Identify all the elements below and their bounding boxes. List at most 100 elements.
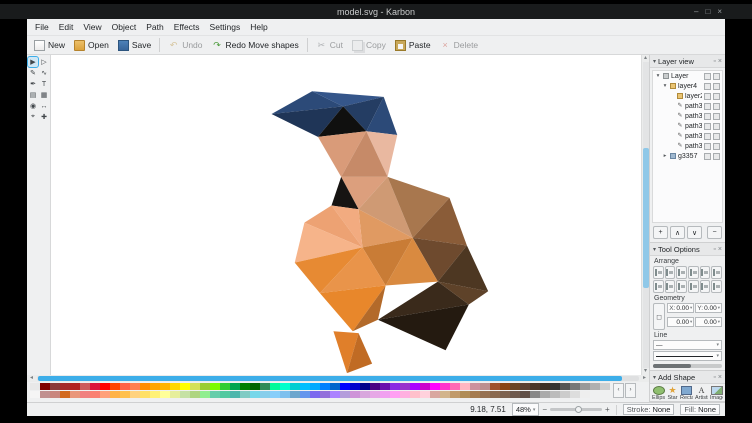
scroll-down-icon[interactable]: ▾ bbox=[642, 368, 649, 375]
visibility-icon[interactable] bbox=[704, 73, 711, 80]
x-position-field[interactable]: X: 0.00 ▾ bbox=[667, 303, 694, 313]
vscroll-thumb[interactable] bbox=[643, 148, 649, 289]
palette-swatch[interactable] bbox=[480, 391, 490, 398]
docker-collapse-icon[interactable]: ▾ bbox=[653, 374, 656, 381]
docker-close-icon[interactable]: × bbox=[718, 374, 722, 381]
palette-swatch[interactable] bbox=[130, 383, 140, 390]
geometry-anchor-button[interactable]: ◻ bbox=[653, 303, 665, 330]
palette-swatch[interactable] bbox=[80, 383, 90, 390]
palette-swatch[interactable] bbox=[320, 391, 330, 398]
expander-icon[interactable]: ▾ bbox=[662, 83, 668, 89]
palette-swatch[interactable] bbox=[200, 391, 210, 398]
docker-float-icon[interactable]: ▫ bbox=[713, 58, 715, 65]
palette-swatch[interactable] bbox=[560, 383, 570, 390]
zoom-slider[interactable] bbox=[550, 408, 602, 411]
canvas[interactable] bbox=[51, 55, 641, 375]
docker-scrollbar-thumb[interactable] bbox=[653, 364, 691, 368]
layer-row[interactable]: ✎path3917 bbox=[653, 111, 722, 121]
paste-button[interactable]: Paste bbox=[391, 38, 435, 53]
palette-swatch[interactable] bbox=[280, 383, 290, 390]
palette-swatch[interactable] bbox=[440, 383, 450, 390]
palette-swatch[interactable] bbox=[510, 383, 520, 390]
palette-swatch[interactable] bbox=[230, 383, 240, 390]
palette-swatch[interactable] bbox=[170, 383, 180, 390]
select-tool[interactable]: ▶ bbox=[28, 57, 38, 67]
open-button[interactable]: Open bbox=[70, 38, 113, 53]
color-picker-tool[interactable]: ◉ bbox=[28, 101, 38, 111]
spin-arrows-icon[interactable]: ▾ bbox=[718, 305, 720, 311]
palette-swatch[interactable] bbox=[200, 383, 210, 390]
docker-close-icon[interactable]: × bbox=[718, 246, 722, 253]
align-right-button[interactable] bbox=[676, 266, 687, 279]
menu-effects[interactable]: Effects bbox=[169, 19, 205, 35]
width-field[interactable]: 0.00 ▾ bbox=[667, 317, 694, 327]
raise-object-button[interactable] bbox=[700, 280, 711, 293]
palette-swatch[interactable] bbox=[140, 391, 150, 398]
scroll-left-icon[interactable]: ◂ bbox=[27, 375, 36, 382]
line-style-select[interactable]: — ▾ bbox=[653, 340, 722, 350]
palette-swatch[interactable] bbox=[120, 383, 130, 390]
raise-layer-button[interactable]: ∧ bbox=[670, 226, 685, 239]
calligraphy-tool[interactable]: ✒ bbox=[28, 79, 38, 89]
add-layer-button[interactable]: + bbox=[653, 226, 668, 239]
palette-swatch[interactable] bbox=[370, 391, 380, 398]
stroke-indicator[interactable]: Stroke: None bbox=[623, 404, 675, 415]
palette-swatch[interactable] bbox=[50, 383, 60, 390]
palette-swatch[interactable] bbox=[390, 391, 400, 398]
lock-icon[interactable] bbox=[713, 143, 720, 150]
palette-swatch[interactable] bbox=[560, 391, 570, 398]
path-tool[interactable]: ∿ bbox=[39, 68, 49, 78]
palette-swatch[interactable] bbox=[70, 383, 80, 390]
menu-help[interactable]: Help bbox=[245, 19, 272, 35]
pan-tool[interactable]: ✚ bbox=[39, 112, 49, 122]
palette-swatch[interactable] bbox=[60, 383, 70, 390]
palette-swatch[interactable] bbox=[150, 383, 160, 390]
palette-swatch[interactable] bbox=[340, 391, 350, 398]
visibility-icon[interactable] bbox=[704, 103, 711, 110]
palette-swatch[interactable] bbox=[260, 383, 270, 390]
palette-swatch[interactable] bbox=[80, 391, 90, 398]
height-field[interactable]: 0.00 ▾ bbox=[695, 317, 722, 327]
palette-swatch[interactable] bbox=[400, 391, 410, 398]
palette-swatch[interactable] bbox=[540, 391, 550, 398]
palette-swatch[interactable] bbox=[350, 391, 360, 398]
palette-swatch[interactable] bbox=[570, 391, 580, 398]
palette-swatch[interactable] bbox=[580, 383, 590, 390]
palette-swatch[interactable] bbox=[550, 391, 560, 398]
palette-swatch[interactable] bbox=[320, 383, 330, 390]
menu-file[interactable]: File bbox=[30, 19, 54, 35]
palette-swatch[interactable] bbox=[300, 391, 310, 398]
lock-icon[interactable] bbox=[713, 113, 720, 120]
palette-swatch[interactable] bbox=[490, 391, 500, 398]
distribute-h-button[interactable] bbox=[653, 280, 664, 293]
palette-swatch[interactable] bbox=[460, 391, 470, 398]
palette-swatch[interactable] bbox=[60, 391, 70, 398]
palette-swatch[interactable] bbox=[380, 391, 390, 398]
palette-swatch[interactable] bbox=[590, 383, 600, 390]
palette-swatch[interactable] bbox=[160, 391, 170, 398]
menu-view[interactable]: View bbox=[78, 19, 106, 35]
visibility-icon[interactable] bbox=[704, 153, 711, 160]
palette-swatch[interactable] bbox=[210, 383, 220, 390]
y-position-field[interactable]: Y: 0.00 ▾ bbox=[695, 303, 722, 313]
palette-swatch[interactable] bbox=[110, 383, 120, 390]
palette-swatch[interactable] bbox=[30, 391, 40, 398]
docker-collapse-icon[interactable]: ▾ bbox=[653, 58, 656, 65]
gradient-tool[interactable]: ▤ bbox=[28, 90, 38, 100]
palette-swatch[interactable] bbox=[370, 383, 380, 390]
palette-swatch[interactable] bbox=[310, 391, 320, 398]
layer-row[interactable]: ▾layer4 bbox=[653, 81, 722, 91]
palette-swatch[interactable] bbox=[480, 383, 490, 390]
docker-float-icon[interactable]: ▫ bbox=[713, 246, 715, 253]
layer-row[interactable]: ✎path3913 bbox=[653, 131, 722, 141]
palette-swatch[interactable] bbox=[150, 391, 160, 398]
minimize-icon[interactable]: – bbox=[694, 4, 698, 19]
palette-swatch[interactable] bbox=[330, 391, 340, 398]
palette-swatch[interactable] bbox=[420, 391, 430, 398]
zoom-level-select[interactable]: 48% ▾ bbox=[512, 403, 540, 416]
layer-row[interactable]: layer2 bbox=[653, 91, 722, 101]
palette-swatch[interactable] bbox=[100, 383, 110, 390]
text-tool[interactable]: T bbox=[39, 79, 49, 89]
palette-swatch[interactable] bbox=[130, 391, 140, 398]
docker-collapse-icon[interactable]: ▾ bbox=[653, 246, 656, 253]
